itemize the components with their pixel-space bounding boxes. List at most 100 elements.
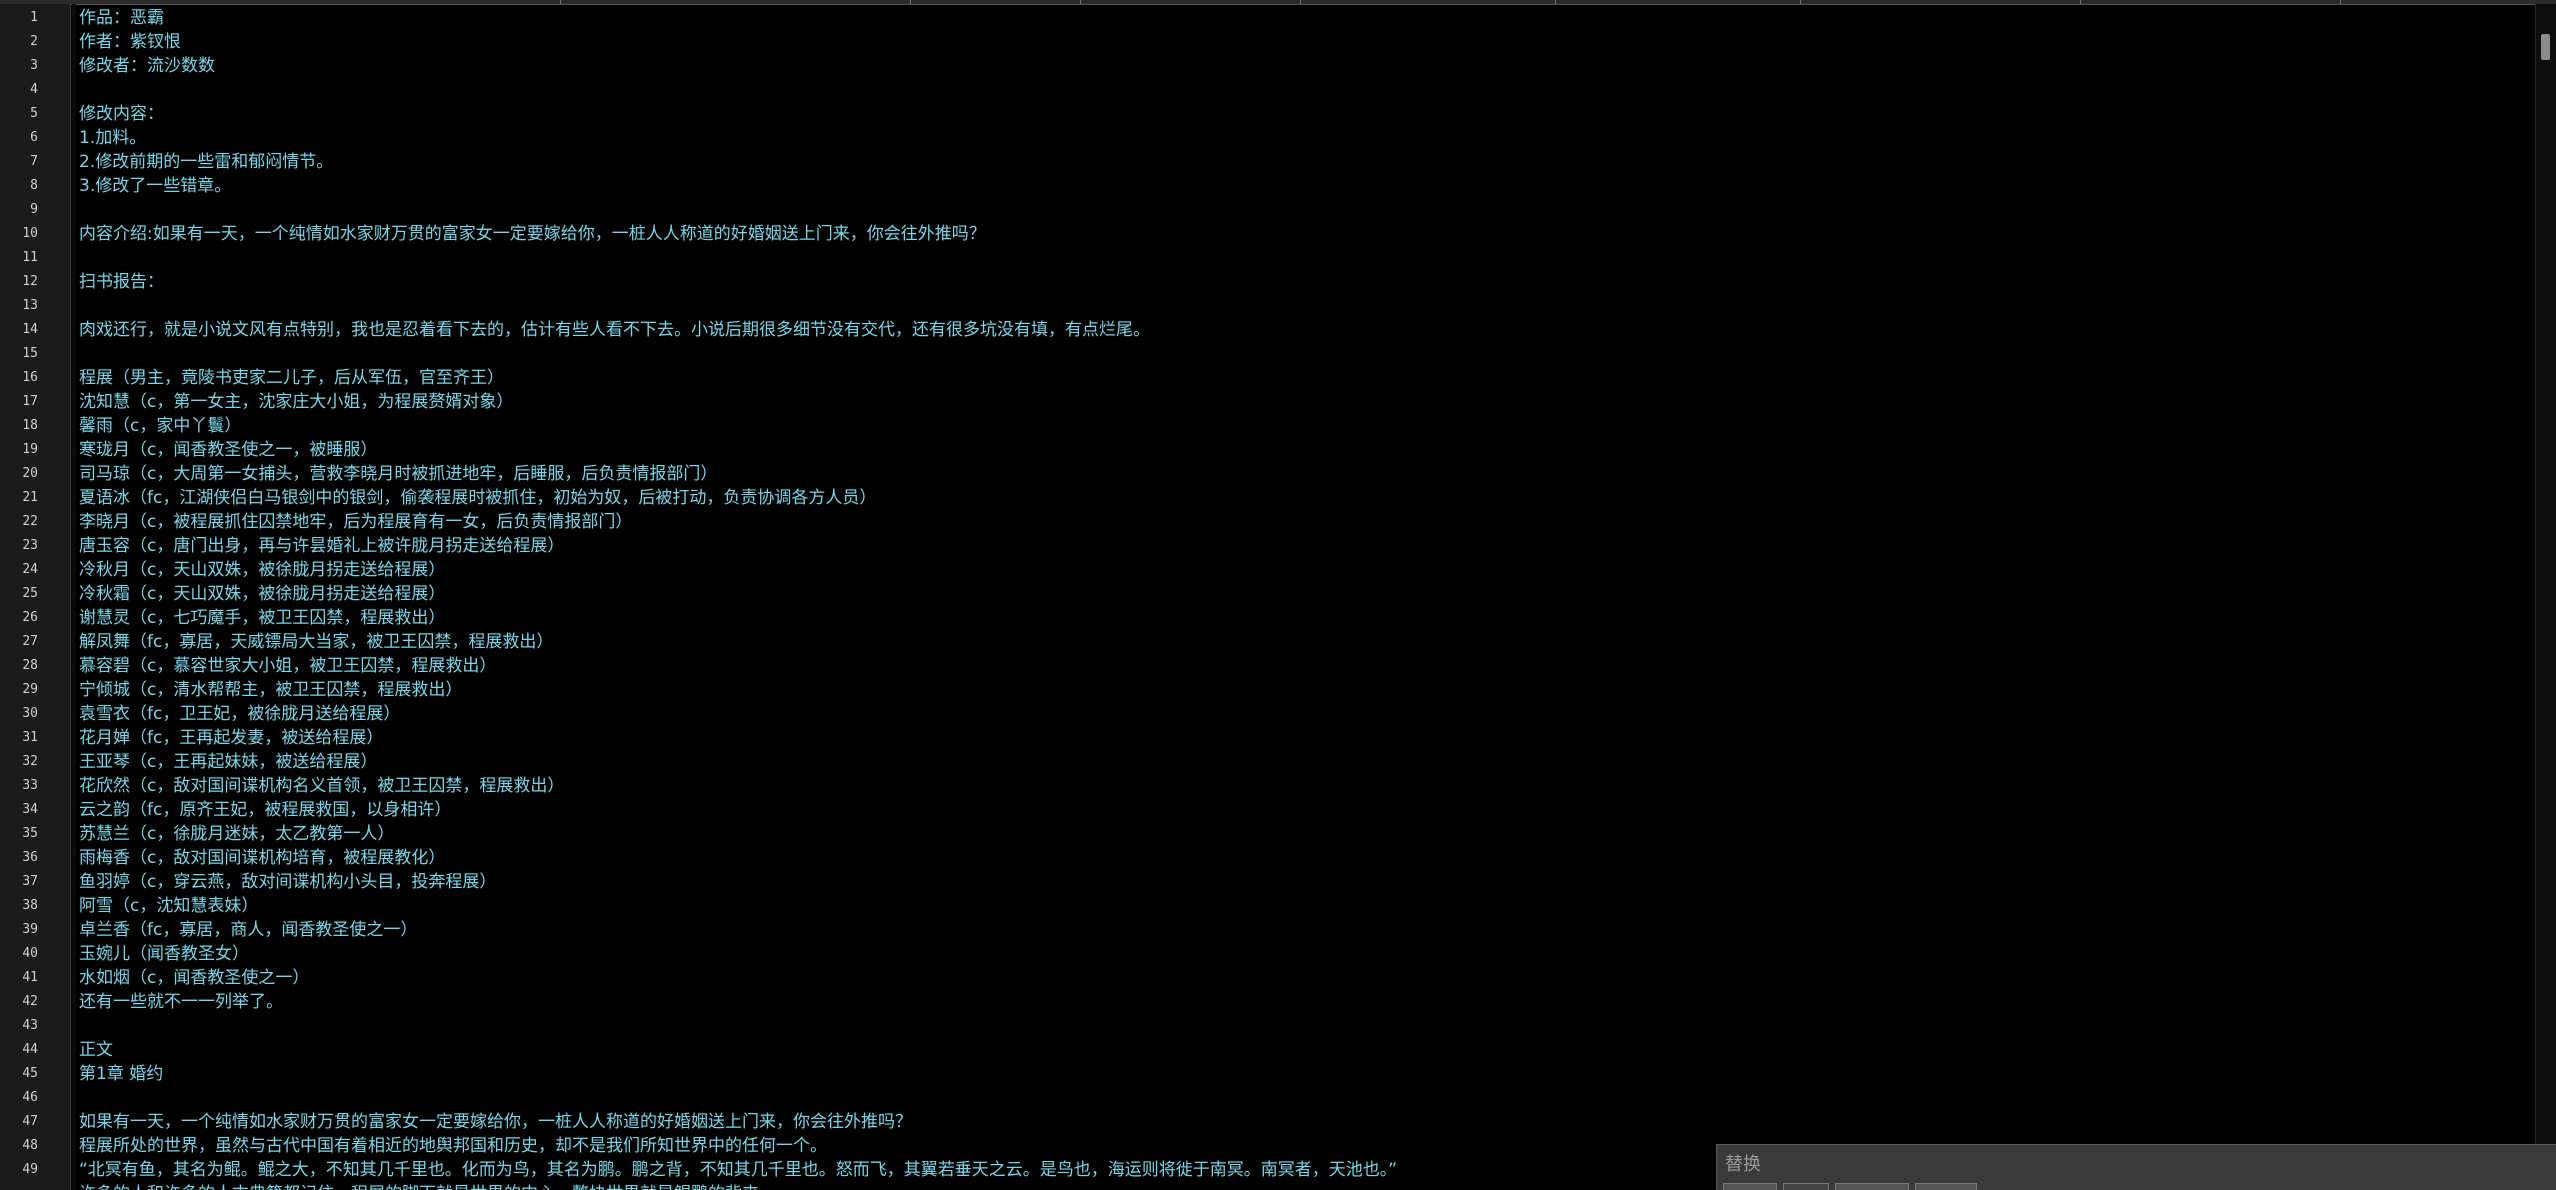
line-number: 7 — [30, 154, 38, 169]
line-number: 21 — [22, 490, 38, 505]
line-number: 44 — [22, 1042, 38, 1057]
text-line[interactable]: 第1章 婚约 — [79, 1062, 163, 1086]
line-number: 13 — [22, 298, 38, 313]
scrollbar-thumb[interactable] — [2541, 34, 2550, 60]
text-line[interactable]: 冷秋月（c，天山双姝，被徐胧月拐走送给程展） — [79, 558, 445, 582]
text-line[interactable]: “北冥有鱼，其名为鲲。鲲之大，不知其几千里也。化而为鸟，其名为鹏。鹏之背，不知其… — [79, 1158, 1397, 1182]
line-number: 38 — [22, 898, 38, 913]
text-line[interactable]: 肉戏还行，就是小说文风有点特别，我也是忍着看下去的，估计有些人看不下去。小说后期… — [79, 318, 1150, 342]
text-line[interactable]: 李晓月（c，被程展抓住囚禁地牢，后为程展育有一女，后负责情报部门） — [79, 510, 632, 534]
replace-panel-tab[interactable] — [1835, 1183, 1909, 1190]
line-number: 47 — [22, 1114, 38, 1129]
text-content-area[interactable]: 作品：恶霸 作者：紫钗恨 修改者：流沙数数 修改内容： 1.加料。 2.修改前期的一些雷和… — [79, 4, 2529, 1190]
text-line[interactable]: 正文 — [79, 1038, 113, 1062]
text-line[interactable]: 宁倾城（c，清水帮帮主，被卫王囚禁，程展救出） — [79, 678, 462, 702]
line-number: 45 — [22, 1066, 38, 1081]
text-line[interactable]: 唐玉容（c，唐门出身，再与许昙婚礼上被许胧月拐走送给程展） — [79, 534, 564, 558]
line-number: 36 — [22, 850, 38, 865]
line-number: 33 — [22, 778, 38, 793]
replace-panel: 替换 — [1716, 1144, 2556, 1190]
text-line[interactable]: 苏慧兰（c，徐胧月迷妹，太乙教第一人） — [79, 822, 394, 846]
text-line[interactable]: 雨梅香（c，敌对国间谍机构培育，被程展教化） — [79, 846, 445, 870]
line-number: 22 — [22, 514, 38, 529]
text-line[interactable]: 冷秋霜（c，天山双姝，被徐胧月拐走送给程展） — [79, 582, 445, 606]
text-editor: 1 2 3 4 5 6 7 8 9 10 11 12 13 14 15 16 17 18 19 20 21 22 23 24 2… — [0, 0, 2556, 1190]
text-line[interactable]: 谢慧灵（c，七巧魔手，被卫王囚禁，程展救出） — [79, 606, 445, 630]
text-line[interactable]: 还有一些就不一一列举了。 — [79, 990, 283, 1014]
line-number: 25 — [22, 586, 38, 601]
line-number: 9 — [30, 202, 38, 217]
replace-panel-tab[interactable] — [1915, 1183, 1977, 1190]
replace-panel-tabs — [1723, 1183, 2083, 1190]
line-number: 18 — [22, 418, 38, 433]
text-line[interactable]: 2.修改前期的一些雷和郁闷情节。 — [79, 150, 333, 174]
line-number: 3 — [30, 58, 38, 73]
text-line[interactable]: 王亚琴（c，王再起妹妹，被送给程展） — [79, 750, 377, 774]
line-number: 32 — [22, 754, 38, 769]
line-number: 40 — [22, 946, 38, 961]
line-number-gutter[interactable]: 1 2 3 4 5 6 7 8 9 10 11 12 13 14 15 16 17 18 19 20 21 22 23 24 2… — [0, 4, 71, 1190]
line-number: 37 — [22, 874, 38, 889]
text-line[interactable]: 慕容碧（c，慕容世家大小姐，被卫王囚禁，程展救出） — [79, 654, 496, 678]
line-number: 19 — [22, 442, 38, 457]
line-number: 17 — [22, 394, 38, 409]
text-line[interactable]: 许多的人和许多的人古典籍都记住，程展的脚下就是世界的中心，整块世界就是鲲鹏的背夹 — [79, 1182, 759, 1190]
replace-panel-tab[interactable] — [1783, 1183, 1829, 1190]
text-line[interactable]: 水如烟（c，闻香教圣使之一） — [79, 966, 309, 990]
line-number: 10 — [22, 226, 38, 241]
line-number: 27 — [22, 634, 38, 649]
text-line[interactable]: 夏语冰（fc，江湖侠侣白马银剑中的银剑，偷袭程展时被抓住，初始为奴，后被打动，负… — [79, 486, 876, 510]
line-number: 26 — [22, 610, 38, 625]
text-line[interactable]: 玉婉儿（闻香教圣女） — [79, 942, 249, 966]
line-number: 6 — [30, 130, 38, 145]
text-line[interactable]: 程展（男主，竟陵书吏家二儿子，后从军伍，官至齐王） — [79, 366, 504, 390]
text-line[interactable]: 程展所处的世界，虽然与古代中国有着相近的地舆邦国和历史，却不是我们所知世界中的任… — [79, 1134, 827, 1158]
fold-margin[interactable] — [72, 4, 76, 1190]
line-number: 8 — [30, 178, 38, 193]
text-line[interactable]: 扫书报告： — [79, 270, 164, 294]
text-line[interactable]: 内容介绍:如果有一天，一个纯情如水家财万贯的富家女一定要嫁给你，一桩人人称道的好… — [79, 222, 986, 246]
line-number: 34 — [22, 802, 38, 817]
line-number: 4 — [30, 82, 38, 97]
line-number: 41 — [22, 970, 38, 985]
line-number: 16 — [22, 370, 38, 385]
text-line[interactable]: 鱼羽婷（c，穿云燕，敌对间谍机构小头目，投奔程展） — [79, 870, 496, 894]
line-number: 43 — [22, 1018, 38, 1033]
text-line[interactable]: 寒珑月（c，闻香教圣使之一，被睡服） — [79, 438, 377, 462]
text-line[interactable]: 3.修改了一些错章。 — [79, 174, 231, 198]
text-line[interactable]: 卓兰香（fc，寡居，商人，闻香教圣使之一） — [79, 918, 417, 942]
text-line[interactable]: 花月婵（fc，王再起发妻，被送给程展） — [79, 726, 383, 750]
line-number: 49 — [22, 1162, 38, 1177]
line-number: 29 — [22, 682, 38, 697]
text-line[interactable]: 作品：恶霸 — [79, 6, 164, 30]
vertical-scrollbar[interactable] — [2535, 4, 2556, 1190]
text-line[interactable]: 修改者：流沙数数 — [79, 54, 215, 78]
line-number: 12 — [22, 274, 38, 289]
text-line[interactable]: 阿雪（c，沈知慧表妹） — [79, 894, 258, 918]
line-number: 23 — [22, 538, 38, 553]
text-line[interactable]: 云之韵（fc，原齐王妃，被程展救国，以身相许） — [79, 798, 451, 822]
line-number: 20 — [22, 466, 38, 481]
text-line[interactable]: 馨雨（c，家中丫鬟） — [79, 414, 241, 438]
text-line[interactable]: 袁雪衣（fc，卫王妃，被徐胧月送给程展） — [79, 702, 400, 726]
line-number: 5 — [30, 106, 38, 121]
text-line[interactable]: 如果有一天，一个纯情如水家财万贯的富家女一定要嫁给你，一桩人人称道的好婚姻送上门… — [79, 1110, 912, 1134]
text-line[interactable]: 1.加料。 — [79, 126, 146, 150]
text-line[interactable]: 花欣然（c，敌对国间谍机构名义首领，被卫王囚禁，程展救出） — [79, 774, 564, 798]
line-number: 46 — [22, 1090, 38, 1105]
text-line[interactable]: 沈知慧（c，第一女主，沈家庄大小姐，为程展赘婿对象） — [79, 390, 513, 414]
line-number: 31 — [22, 730, 38, 745]
line-number: 2 — [30, 34, 38, 49]
line-number: 15 — [22, 346, 38, 361]
replace-panel-tab[interactable] — [1723, 1183, 1777, 1190]
text-line[interactable]: 司马琼（c，大周第一女捕头，营救李晓月时被抓进地牢，后睡服，后负责情报部门） — [79, 462, 717, 486]
line-number: 39 — [22, 922, 38, 937]
text-line[interactable]: 作者：紫钗恨 — [79, 30, 181, 54]
line-number: 14 — [22, 322, 38, 337]
line-number: 35 — [22, 826, 38, 841]
line-number: 1 — [30, 10, 38, 25]
replace-panel-title: 替换 — [1725, 1154, 1761, 1175]
line-number: 28 — [22, 658, 38, 673]
text-line[interactable]: 解凤舞（fc，寡居，天威镖局大当家，被卫王囚禁，程展救出） — [79, 630, 553, 654]
text-line[interactable]: 修改内容： — [79, 102, 164, 126]
